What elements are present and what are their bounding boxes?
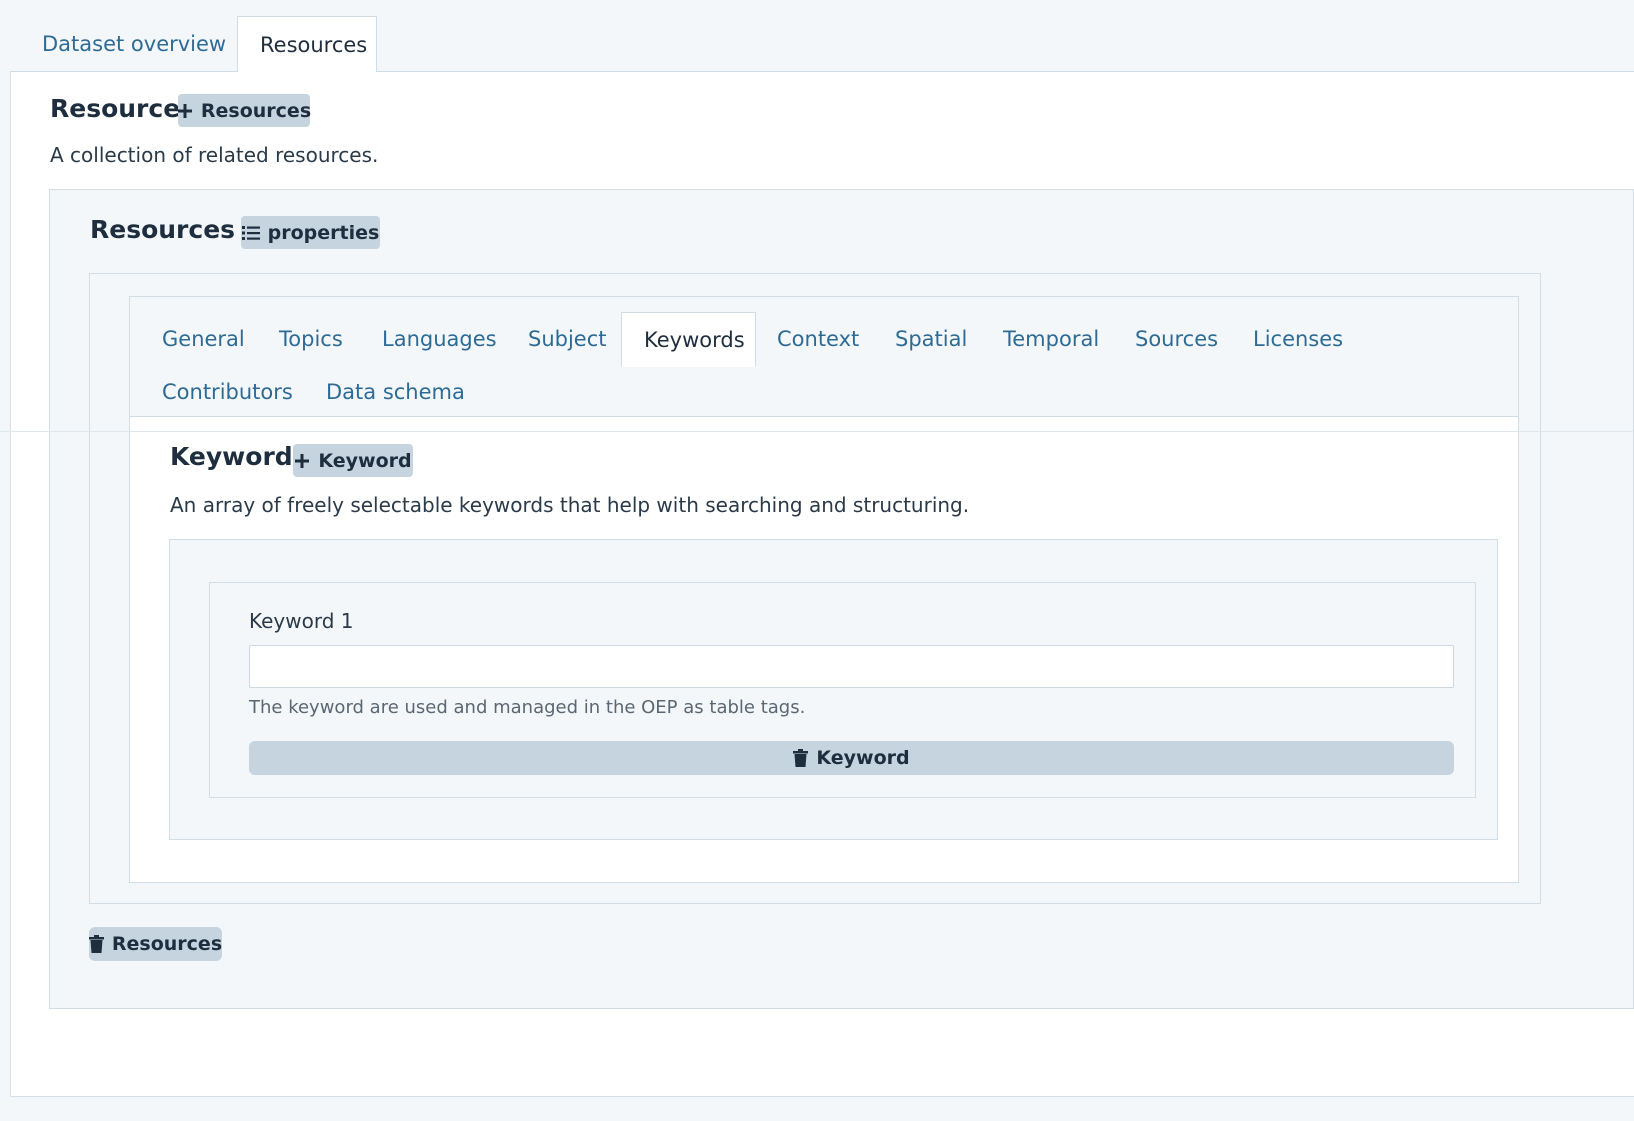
delete-keyword-label: Keyword — [816, 747, 910, 769]
keywords-heading: Keywords — [170, 442, 308, 471]
tab-resources[interactable]: Resources — [237, 16, 377, 73]
delete-keyword-button[interactable]: Keyword — [249, 741, 1454, 775]
properties-button[interactable]: properties — [241, 216, 380, 249]
plus-icon — [294, 453, 310, 469]
subtab-topics[interactable]: Topics — [257, 312, 365, 367]
trash-icon — [793, 749, 809, 767]
divider — [0, 431, 1634, 432]
subtab-label: Topics — [279, 327, 343, 351]
delete-resource-button[interactable]: Resources — [88, 927, 223, 961]
subtab-context[interactable]: Context — [755, 312, 881, 367]
subtab-label: Languages — [382, 327, 497, 351]
properties-label: properties — [267, 221, 380, 244]
plus-icon — [177, 103, 193, 119]
subtab-temporal[interactable]: Temporal — [981, 312, 1121, 367]
subtab-general[interactable]: General — [140, 312, 267, 367]
add-resources-label: Resources — [200, 99, 312, 122]
subtab-subject[interactable]: Subject — [506, 312, 629, 367]
keyword-help-text: The keyword are used and managed in the … — [249, 697, 806, 718]
subtab-data-schema[interactable]: Data schema — [304, 365, 487, 420]
subtab-label: Contributors — [162, 380, 293, 404]
resource-item-title: Resources 1 — [90, 215, 262, 244]
delete-resource-label: Resources — [111, 933, 223, 955]
subtab-contributors[interactable]: Contributors — [140, 365, 315, 420]
subtab-languages[interactable]: Languages — [360, 312, 519, 367]
keyword-1-label: Keyword 1 — [249, 609, 354, 633]
subtab-label: Keywords — [644, 328, 745, 352]
subtab-label: Spatial — [895, 327, 968, 351]
tab-label: Dataset overview — [42, 32, 227, 56]
subtab-sources[interactable]: Sources — [1113, 312, 1240, 367]
subtab-label: Context — [777, 327, 860, 351]
list-icon — [241, 225, 260, 241]
tab-dataset-overview[interactable]: Dataset overview — [20, 16, 248, 73]
subtab-label: Temporal — [1003, 327, 1100, 351]
subtab-label: Sources — [1135, 327, 1219, 351]
subtab-label: Licenses — [1253, 327, 1344, 351]
subtab-label: Subject — [528, 327, 607, 351]
tab-label: Resources — [260, 33, 368, 57]
resources-heading: Resources — [50, 94, 196, 123]
add-keyword-label: Keyword — [318, 449, 412, 472]
subtab-keywords[interactable]: Keywords — [621, 312, 756, 367]
subtab-spatial[interactable]: Spatial — [873, 312, 989, 367]
trash-icon — [88, 935, 104, 953]
keyword-1-input[interactable] — [249, 645, 1454, 688]
add-keyword-button[interactable]: Keyword — [293, 444, 413, 477]
top-tab-bar: Dataset overview Resources — [10, 0, 1634, 73]
add-resources-button[interactable]: Resources — [177, 94, 312, 127]
subtab-label: General — [162, 327, 245, 351]
subtab-licenses[interactable]: Licenses — [1231, 312, 1365, 367]
resources-description: A collection of related resources. — [50, 143, 379, 167]
subtab-label: Data schema — [326, 380, 465, 404]
keywords-description: An array of freely selectable keywords t… — [170, 493, 970, 517]
